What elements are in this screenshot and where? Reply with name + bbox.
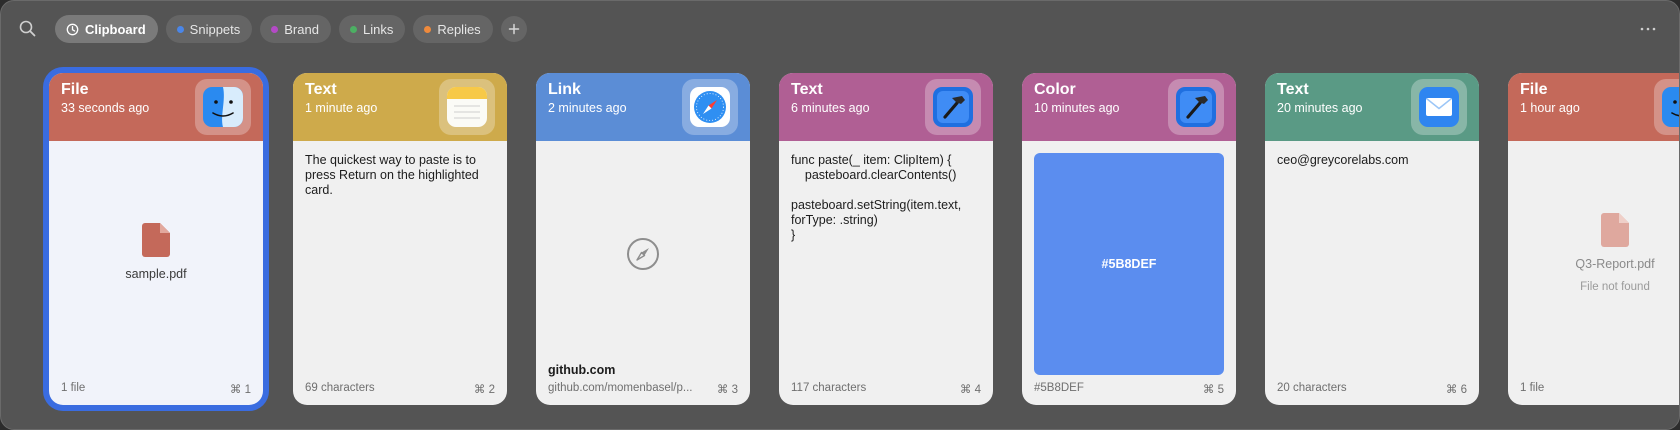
card-shortcut: ⌘ 2: [473, 384, 495, 396]
card-footer: 1 file ⌘ 1: [61, 382, 251, 396]
card-footer: #5B8DEF ⌘ 5: [1034, 382, 1224, 396]
card-time: 33 seconds ago: [61, 101, 150, 115]
card-body: ceo@greycorelabs.com: [1265, 141, 1479, 405]
card-type: Text: [305, 81, 337, 98]
card-text: The quickest way to paste is to press Re…: [305, 153, 483, 197]
card-body: Q3-Report.pdf File not found: [1508, 141, 1679, 405]
card-header: Link 2 minutes ago: [536, 73, 750, 141]
color-swatch: #5B8DEF: [1034, 153, 1224, 375]
card-meta: 1 file: [61, 382, 86, 394]
card-footer: 69 characters ⌘ 2: [305, 382, 495, 396]
card-shortcut: ⌘ 3: [716, 384, 738, 396]
card-footer: 20 characters ⌘ 6: [1277, 382, 1467, 396]
card-type: File: [1520, 81, 1548, 98]
tab-label: Snippets: [189, 21, 241, 37]
card-shortcut: ⌘ 1: [229, 384, 251, 396]
card-time: 1 minute ago: [305, 101, 378, 115]
file-name: sample.pdf: [125, 267, 187, 281]
card-header: Color 10 minutes ago: [1022, 73, 1236, 141]
plus-icon: [508, 23, 519, 35]
file-status: File not found: [1580, 281, 1650, 293]
card-type: File: [61, 81, 89, 98]
tab-label: Links: [362, 21, 394, 37]
swatch-label: #5B8DEF: [1101, 257, 1157, 271]
card-time: 20 minutes ago: [1277, 101, 1363, 115]
card-time: 1 hour ago: [1520, 101, 1580, 115]
tab-label: Replies: [437, 21, 481, 37]
clip-card-color[interactable]: Color 10 minutes ago #5B8DEF #5B8DEF ⌘ 5: [1022, 73, 1236, 405]
card-time: 2 minutes ago: [548, 101, 627, 115]
clip-card-text-code[interactable]: Text 6 minutes ago func paste(_ item: Cl…: [779, 73, 993, 405]
card-meta: 69 characters: [305, 382, 375, 394]
card-shortcut: ⌘ 6: [1445, 384, 1467, 396]
clip-card-file-missing[interactable]: File 1 hour ago Q3-Report.pdf File not f…: [1508, 73, 1679, 405]
xcode-icon: [1168, 79, 1224, 135]
card-type: Color: [1034, 81, 1076, 98]
tab-brand[interactable]: Brand: [260, 15, 331, 43]
card-shortcut: ⌘ 4: [959, 384, 981, 396]
card-header: Text 1 minute ago: [293, 73, 507, 141]
replies-dot-icon: [424, 25, 432, 33]
card-type: Text: [1277, 81, 1309, 98]
card-header: File 1 hour ago: [1508, 73, 1679, 141]
xcode-icon: [925, 79, 981, 135]
card-footer: github.com/momenbasel/p... ⌘ 3: [548, 382, 738, 396]
clock-icon: [66, 23, 79, 36]
card-meta: 20 characters: [1277, 382, 1347, 394]
link-title: github.com: [548, 363, 616, 377]
notes-icon: [439, 79, 495, 135]
clip-card-text-email[interactable]: Text 20 minutes ago ceo@greycorelabs.com…: [1265, 73, 1479, 405]
add-collection-button[interactable]: [500, 16, 527, 42]
tab-snippets[interactable]: Snippets: [165, 15, 253, 43]
document-icon: [142, 223, 170, 257]
search-icon[interactable]: [17, 18, 39, 40]
tab-label: Brand: [284, 21, 319, 37]
card-meta: 1 file: [1520, 382, 1545, 394]
finder-icon: [195, 79, 251, 135]
card-text: func paste(_ item: ClipItem) { pasteboar…: [791, 153, 962, 242]
snippets-dot-icon: [176, 25, 184, 33]
clip-card-link-github[interactable]: Link 2 minutes ago github.com github.com…: [536, 73, 750, 405]
tab-replies[interactable]: Replies: [413, 15, 493, 43]
tab-clipboard[interactable]: Clipboard: [55, 15, 158, 43]
tab-links[interactable]: Links: [338, 15, 406, 43]
card-header: Text 20 minutes ago: [1265, 73, 1479, 141]
tab-label: Clipboard: [85, 21, 146, 37]
card-header: Text 6 minutes ago: [779, 73, 993, 141]
document-icon: [1601, 213, 1629, 247]
card-meta: 117 characters: [791, 382, 867, 394]
card-footer: 1 file: [1520, 382, 1679, 396]
top-bar: Clipboard Snippets Brand Links Replies: [1, 1, 1679, 57]
mail-icon: [1411, 79, 1467, 135]
app-window: Clipboard Snippets Brand Links Replies F…: [0, 0, 1680, 430]
safari-icon: [682, 79, 738, 135]
ellipsis-icon[interactable]: [1637, 19, 1659, 39]
file-name: Q3-Report.pdf: [1575, 257, 1655, 271]
brand-dot-icon: [271, 25, 279, 33]
card-text: ceo@greycorelabs.com: [1277, 153, 1409, 167]
clip-card-text-tip[interactable]: Text 1 minute ago The quickest way to pa…: [293, 73, 507, 405]
card-footer: 117 characters ⌘ 4: [791, 382, 981, 396]
card-time: 10 minutes ago: [1034, 101, 1120, 115]
clip-card-file-sample[interactable]: File 33 seconds ago sample.pdf 1 file ⌘ …: [49, 73, 263, 405]
compass-icon: [627, 238, 659, 270]
finder-icon: [1654, 79, 1679, 135]
card-time: 6 minutes ago: [791, 101, 870, 115]
card-body: sample.pdf: [49, 141, 263, 405]
card-body: func paste(_ item: ClipItem) { pasteboar…: [779, 141, 993, 405]
card-type: Link: [548, 81, 581, 98]
card-header: File 33 seconds ago: [49, 73, 263, 141]
card-shortcut: ⌘ 5: [1202, 384, 1224, 396]
card-meta: github.com/momenbasel/p...: [548, 382, 693, 394]
links-dot-icon: [349, 25, 357, 33]
card-body: The quickest way to paste is to press Re…: [293, 141, 507, 405]
card-type: Text: [791, 81, 823, 98]
card-body: #5B8DEF: [1022, 141, 1236, 405]
card-meta: #5B8DEF: [1034, 382, 1084, 394]
collection-tabs: Clipboard Snippets Brand Links Replies: [55, 15, 527, 43]
